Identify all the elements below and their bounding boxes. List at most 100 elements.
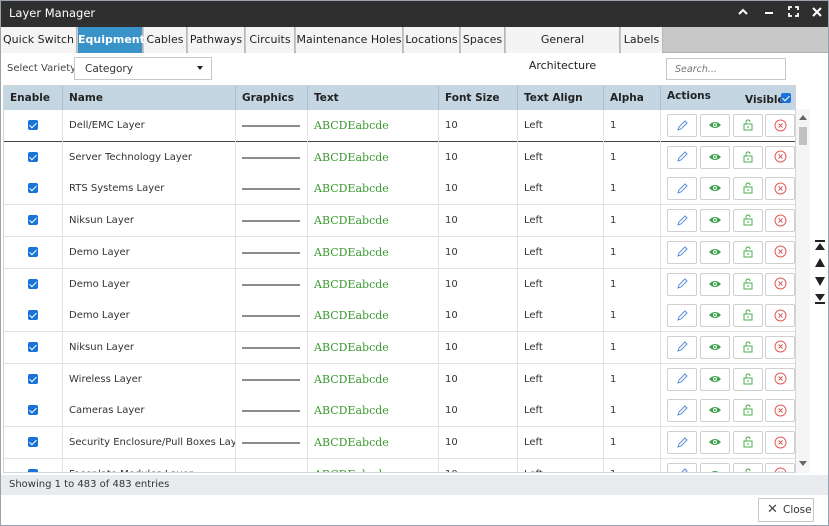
table-row[interactable]: Wireless Layer ABCDEabcde 10 Left 1	[4, 363, 795, 396]
edit-icon[interactable]	[667, 431, 697, 454]
search-input[interactable]	[666, 58, 786, 80]
edit-icon[interactable]	[667, 145, 697, 169]
unlock-icon[interactable]	[733, 431, 763, 454]
close-icon[interactable]	[808, 4, 826, 22]
unlock-icon[interactable]	[733, 304, 763, 328]
row-enable-checkbox[interactable]	[28, 151, 38, 162]
eye-icon[interactable]	[700, 335, 730, 359]
edit-icon[interactable]	[667, 304, 697, 328]
delete-icon[interactable]	[765, 335, 795, 359]
unlock-icon[interactable]	[733, 209, 763, 233]
variety-select[interactable]: Category	[74, 57, 212, 80]
row-enable-checkbox[interactable]	[28, 183, 38, 194]
unlock-icon[interactable]	[733, 240, 763, 264]
delete-icon[interactable]	[765, 209, 795, 233]
eye-icon[interactable]	[700, 209, 730, 233]
unlock-icon[interactable]	[733, 145, 763, 169]
edit-icon[interactable]	[667, 209, 697, 233]
table-row[interactable]: Demo Layer ABCDEabcde 10 Left 1	[4, 268, 795, 301]
unlock-icon[interactable]	[733, 177, 763, 201]
edit-icon[interactable]	[667, 462, 697, 472]
col-alpha[interactable]: Alpha	[604, 86, 661, 110]
table-row[interactable]: Server Technology Layer ABCDEabcde 10 Left 1	[4, 141, 795, 174]
col-name[interactable]: Name	[63, 86, 236, 110]
edit-icon[interactable]	[667, 272, 697, 296]
col-font-size[interactable]: Font Size	[439, 86, 518, 110]
eye-icon[interactable]	[700, 114, 730, 137]
eye-icon[interactable]	[700, 367, 730, 391]
eye-icon[interactable]	[700, 462, 730, 472]
eye-icon[interactable]	[700, 272, 730, 296]
row-enable-checkbox[interactable]	[28, 341, 38, 352]
edit-icon[interactable]	[667, 335, 697, 359]
edit-icon[interactable]	[667, 114, 697, 137]
table-row[interactable]: Niksun Layer ABCDEabcde 10 Left 1	[4, 331, 795, 364]
table-row[interactable]: Demo Layer ABCDEabcde 10 Left 1	[4, 300, 795, 333]
table-scrollbar[interactable]	[796, 109, 810, 473]
row-enable-checkbox[interactable]	[28, 120, 38, 130]
table-row[interactable]: Dell/EMC Layer ABCDEabcde 10 Left 1	[4, 110, 795, 142]
unlock-icon[interactable]	[733, 399, 763, 423]
row-enable-checkbox[interactable]	[28, 468, 38, 472]
expand-icon[interactable]	[784, 4, 802, 22]
unlock-icon[interactable]	[733, 367, 763, 391]
row-enable-checkbox[interactable]	[28, 278, 38, 289]
row-enable-checkbox[interactable]	[28, 215, 38, 226]
tab-circuits[interactable]: Circuits	[246, 27, 295, 53]
unlock-icon[interactable]	[733, 462, 763, 472]
row-enable-checkbox[interactable]	[28, 437, 38, 447]
visible-all-checkbox[interactable]	[781, 93, 791, 103]
close-button[interactable]: ✕ Close	[758, 498, 814, 522]
delete-icon[interactable]	[765, 240, 795, 264]
tab-locations[interactable]: Locations	[404, 27, 460, 53]
tab-equipment[interactable]: Equipment	[78, 27, 145, 53]
col-text-align[interactable]: Text Align	[518, 86, 604, 110]
row-enable-checkbox[interactable]	[28, 373, 38, 384]
table-row[interactable]: Cameras Layer ABCDEabcde 10 Left 1	[4, 395, 795, 428]
eye-icon[interactable]	[700, 399, 730, 423]
move-up-icon[interactable]	[813, 257, 827, 271]
table-row[interactable]: RTS Systems Layer ABCDEabcde 10 Left 1	[4, 173, 795, 206]
minimize-icon[interactable]	[760, 4, 778, 22]
table-row[interactable]: Security Enclosure/Pull Boxes Layer ABCDE…	[4, 427, 795, 459]
delete-icon[interactable]	[765, 367, 795, 391]
delete-icon[interactable]	[765, 272, 795, 296]
delete-icon[interactable]	[765, 145, 795, 169]
chevron-up-icon[interactable]	[734, 4, 752, 22]
scroll-up-icon[interactable]	[799, 115, 807, 120]
tab-quick-switch[interactable]: Quick Switch	[1, 27, 77, 53]
tab-labels[interactable]: Labels	[621, 27, 663, 53]
delete-icon[interactable]	[765, 304, 795, 328]
row-enable-checkbox[interactable]	[28, 246, 38, 257]
eye-icon[interactable]	[700, 431, 730, 454]
col-text[interactable]: Text	[308, 86, 439, 110]
eye-icon[interactable]	[700, 145, 730, 169]
delete-icon[interactable]	[765, 399, 795, 423]
tab-cables[interactable]: Cables	[144, 27, 187, 53]
delete-icon[interactable]	[765, 177, 795, 201]
move-top-icon[interactable]	[813, 239, 827, 253]
eye-icon[interactable]	[700, 304, 730, 328]
table-row[interactable]: Faceplate Modules Layer ABCDEabcde 10Left1	[4, 458, 795, 472]
table-row[interactable]: Niksun Layer ABCDEabcde 10 Left 1	[4, 205, 795, 238]
col-graphics[interactable]: Graphics	[236, 86, 308, 110]
table-row[interactable]: Demo Layer ABCDEabcde 10 Left 1	[4, 236, 795, 269]
delete-icon[interactable]	[765, 114, 795, 137]
unlock-icon[interactable]	[733, 335, 763, 359]
row-enable-checkbox[interactable]	[28, 405, 38, 416]
edit-icon[interactable]	[667, 399, 697, 423]
delete-icon[interactable]	[765, 431, 795, 454]
scroll-down-icon[interactable]	[799, 461, 807, 466]
tab-general-architecture[interactable]: General Architecture	[506, 27, 620, 72]
delete-icon[interactable]	[765, 462, 795, 472]
tab-maintenance-holes[interactable]: Maintenance Holes	[296, 27, 403, 53]
tab-pathways[interactable]: Pathways	[188, 27, 245, 53]
tab-spaces[interactable]: Spaces	[461, 27, 505, 53]
move-bottom-icon[interactable]	[813, 293, 827, 307]
row-enable-checkbox[interactable]	[28, 310, 38, 321]
eye-icon[interactable]	[700, 240, 730, 264]
move-down-icon[interactable]	[813, 275, 827, 289]
eye-icon[interactable]	[700, 177, 730, 201]
edit-icon[interactable]	[667, 177, 697, 201]
edit-icon[interactable]	[667, 367, 697, 391]
